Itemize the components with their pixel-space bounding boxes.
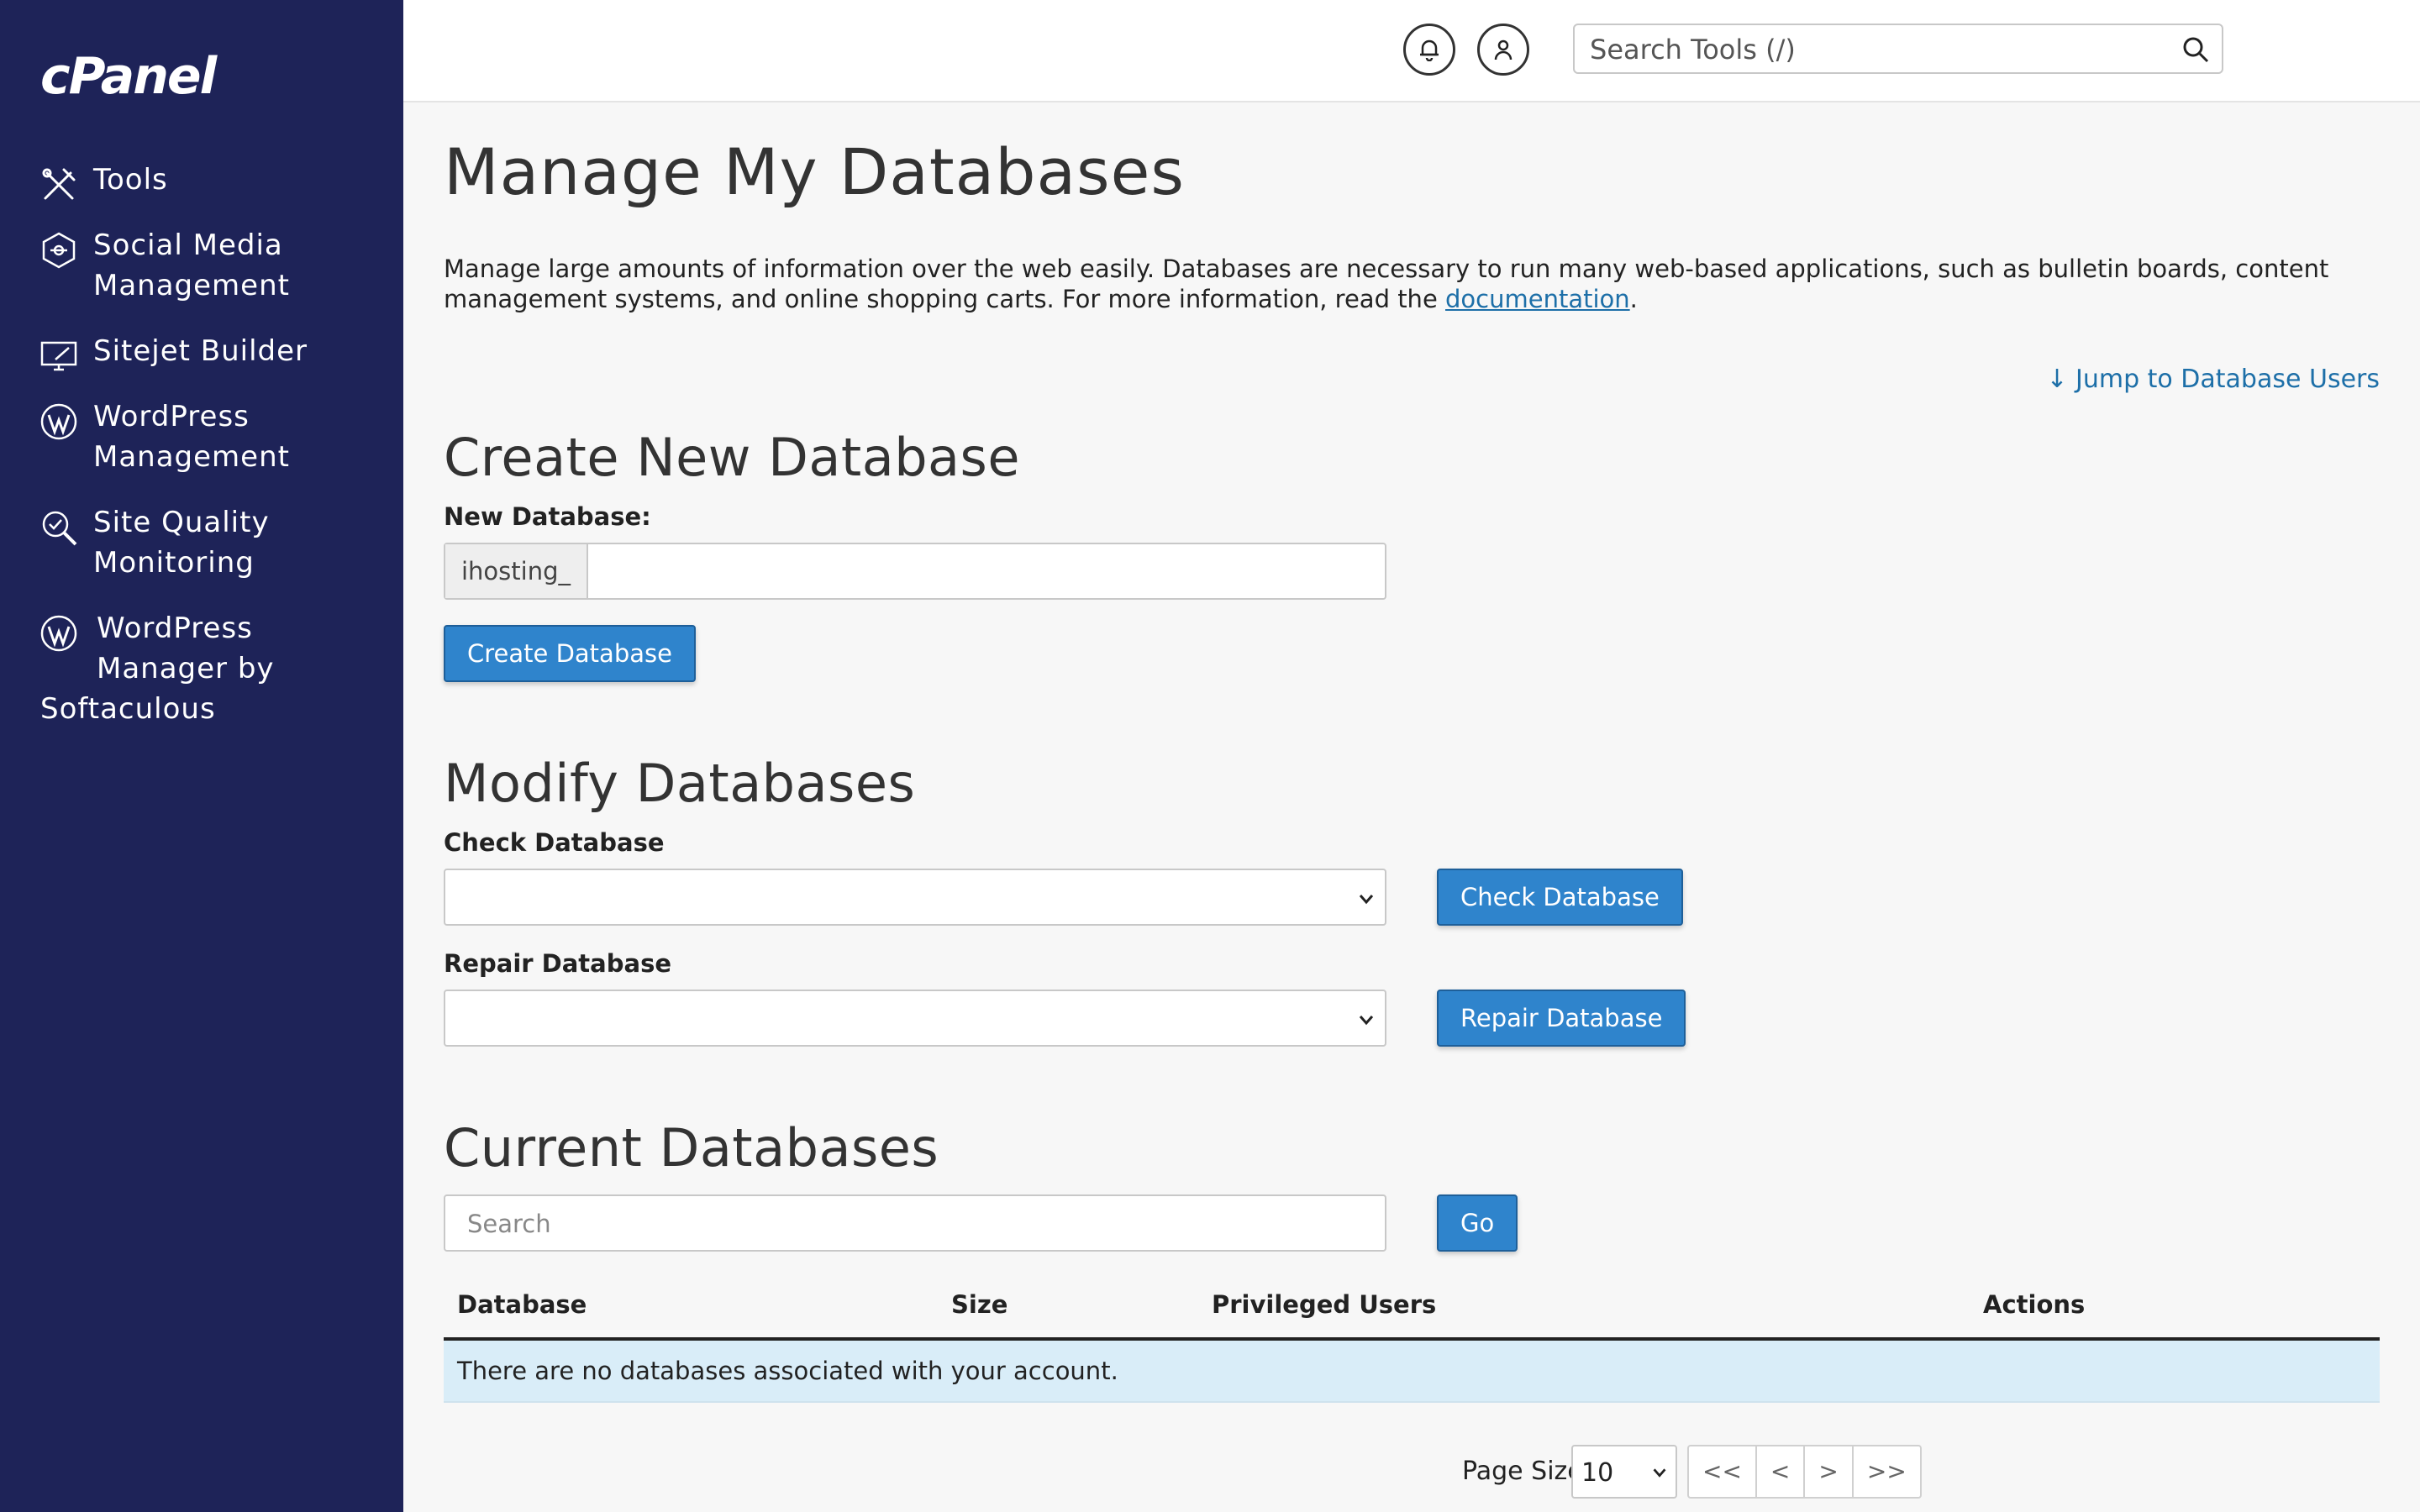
sidebar-item-label: Social Media xyxy=(93,228,283,262)
site-quality-icon xyxy=(42,511,77,546)
repair-database-select[interactable] xyxy=(444,990,1386,1047)
app-root: cPanel Tools Social Media Management Sit… xyxy=(0,0,2420,1512)
sidebar-item-label: WordPress xyxy=(93,400,250,433)
previous-page-button[interactable]: < xyxy=(1757,1446,1806,1497)
sitejet-icon xyxy=(40,341,77,371)
new-database-input-group: ihosting_ xyxy=(444,543,1386,600)
sidebar-item-label: Management xyxy=(93,440,290,474)
intro-body: Manage large amounts of information over… xyxy=(444,255,2329,313)
column-header-database[interactable]: Database xyxy=(457,1290,587,1319)
sidebar-item-label: Softaculous xyxy=(40,692,216,726)
page-title: Manage My Databases xyxy=(444,134,1185,209)
current-section-title: Current Databases xyxy=(444,1117,939,1179)
check-database-select[interactable] xyxy=(444,869,1386,926)
wordpress-icon xyxy=(40,615,77,652)
page-size-value: 10 xyxy=(1581,1458,1614,1488)
column-header-actions: Actions xyxy=(1983,1290,2086,1319)
tools-icon xyxy=(42,168,76,200)
go-button[interactable]: Go xyxy=(1437,1194,1518,1252)
check-database-button[interactable]: Check Database xyxy=(1437,869,1683,926)
sidebar: cPanel Tools Social Media Management Sit… xyxy=(0,0,403,1512)
first-page-button[interactable]: << xyxy=(1689,1446,1757,1497)
sidebar-item-tools[interactable]: Tools xyxy=(0,160,403,200)
new-database-label: New Database: xyxy=(444,502,651,531)
column-header-privileged-users: Privileged Users xyxy=(1212,1290,1437,1319)
empty-table-message: There are no databases associated with y… xyxy=(444,1341,2380,1403)
database-search-input[interactable] xyxy=(466,1205,1360,1243)
cpanel-logo[interactable]: cPanel xyxy=(40,47,217,106)
table-header: Database Size Privileged Users Actions xyxy=(444,1278,2380,1341)
repair-database-label: Repair Database xyxy=(444,949,671,978)
create-section-title: Create New Database xyxy=(444,427,1020,488)
pagination-controls: << < > >> xyxy=(1687,1445,1922,1499)
user-icon xyxy=(1494,39,1512,60)
jump-to-database-users-link[interactable]: ↓ Jump to Database Users xyxy=(2046,365,2380,394)
search-icon[interactable] xyxy=(2181,35,2210,64)
sidebar-item-social-media[interactable]: Social Media Management xyxy=(0,225,403,306)
chevron-down-icon xyxy=(1359,895,1374,905)
modify-section-title: Modify Databases xyxy=(444,753,916,814)
wordpress-icon xyxy=(40,403,77,440)
user-menu-button[interactable] xyxy=(1477,24,1529,76)
page-size-label: Page Size xyxy=(1462,1457,1583,1486)
database-prefix: ihosting_ xyxy=(445,544,588,598)
next-page-button[interactable]: > xyxy=(1805,1446,1854,1497)
intro-text: Manage large amounts of information over… xyxy=(444,254,2385,314)
create-database-button[interactable]: Create Database xyxy=(444,625,696,682)
column-header-size[interactable]: Size xyxy=(951,1290,1007,1319)
sidebar-item-wordpress-management[interactable]: WordPress Management xyxy=(0,396,403,477)
intro-end: . xyxy=(1629,285,1638,313)
repair-database-button[interactable]: Repair Database xyxy=(1437,990,1686,1047)
sidebar-nav: Tools Social Media Management Sitejet Bu… xyxy=(0,151,403,754)
sidebar-item-label: Site Quality xyxy=(93,506,270,539)
sidebar-item-label: Management xyxy=(93,269,290,302)
sidebar-item-wordpress-softaculous[interactable]: WordPress Manager by Softaculous xyxy=(0,608,403,729)
documentation-link[interactable]: documentation xyxy=(1445,285,1630,313)
last-page-button[interactable]: >> xyxy=(1854,1446,1920,1497)
sidebar-item-site-quality[interactable]: Site Quality Monitoring xyxy=(0,502,403,583)
sidebar-item-label: Tools xyxy=(93,163,168,197)
page-size-select[interactable]: 10 xyxy=(1571,1445,1677,1499)
notifications-button[interactable] xyxy=(1403,24,1455,76)
database-search-box xyxy=(444,1194,1386,1252)
social-media-icon xyxy=(42,232,76,269)
check-database-label: Check Database xyxy=(444,828,665,857)
sidebar-item-label: Monitoring xyxy=(93,546,255,580)
top-header xyxy=(403,0,2420,102)
search-tools-input[interactable] xyxy=(1588,30,2163,69)
sidebar-item-label: Sitejet Builder xyxy=(93,334,308,368)
bell-icon xyxy=(1420,39,1439,61)
new-database-input[interactable] xyxy=(588,544,1385,598)
sidebar-item-label: Manager by xyxy=(97,652,275,685)
chevron-down-icon xyxy=(1653,1468,1666,1478)
sidebar-item-sitejet[interactable]: Sitejet Builder xyxy=(0,331,403,371)
databases-table: Database Size Privileged Users Actions T… xyxy=(444,1278,2380,1403)
chevron-down-icon xyxy=(1359,1016,1374,1026)
search-tools-box xyxy=(1573,24,2223,74)
